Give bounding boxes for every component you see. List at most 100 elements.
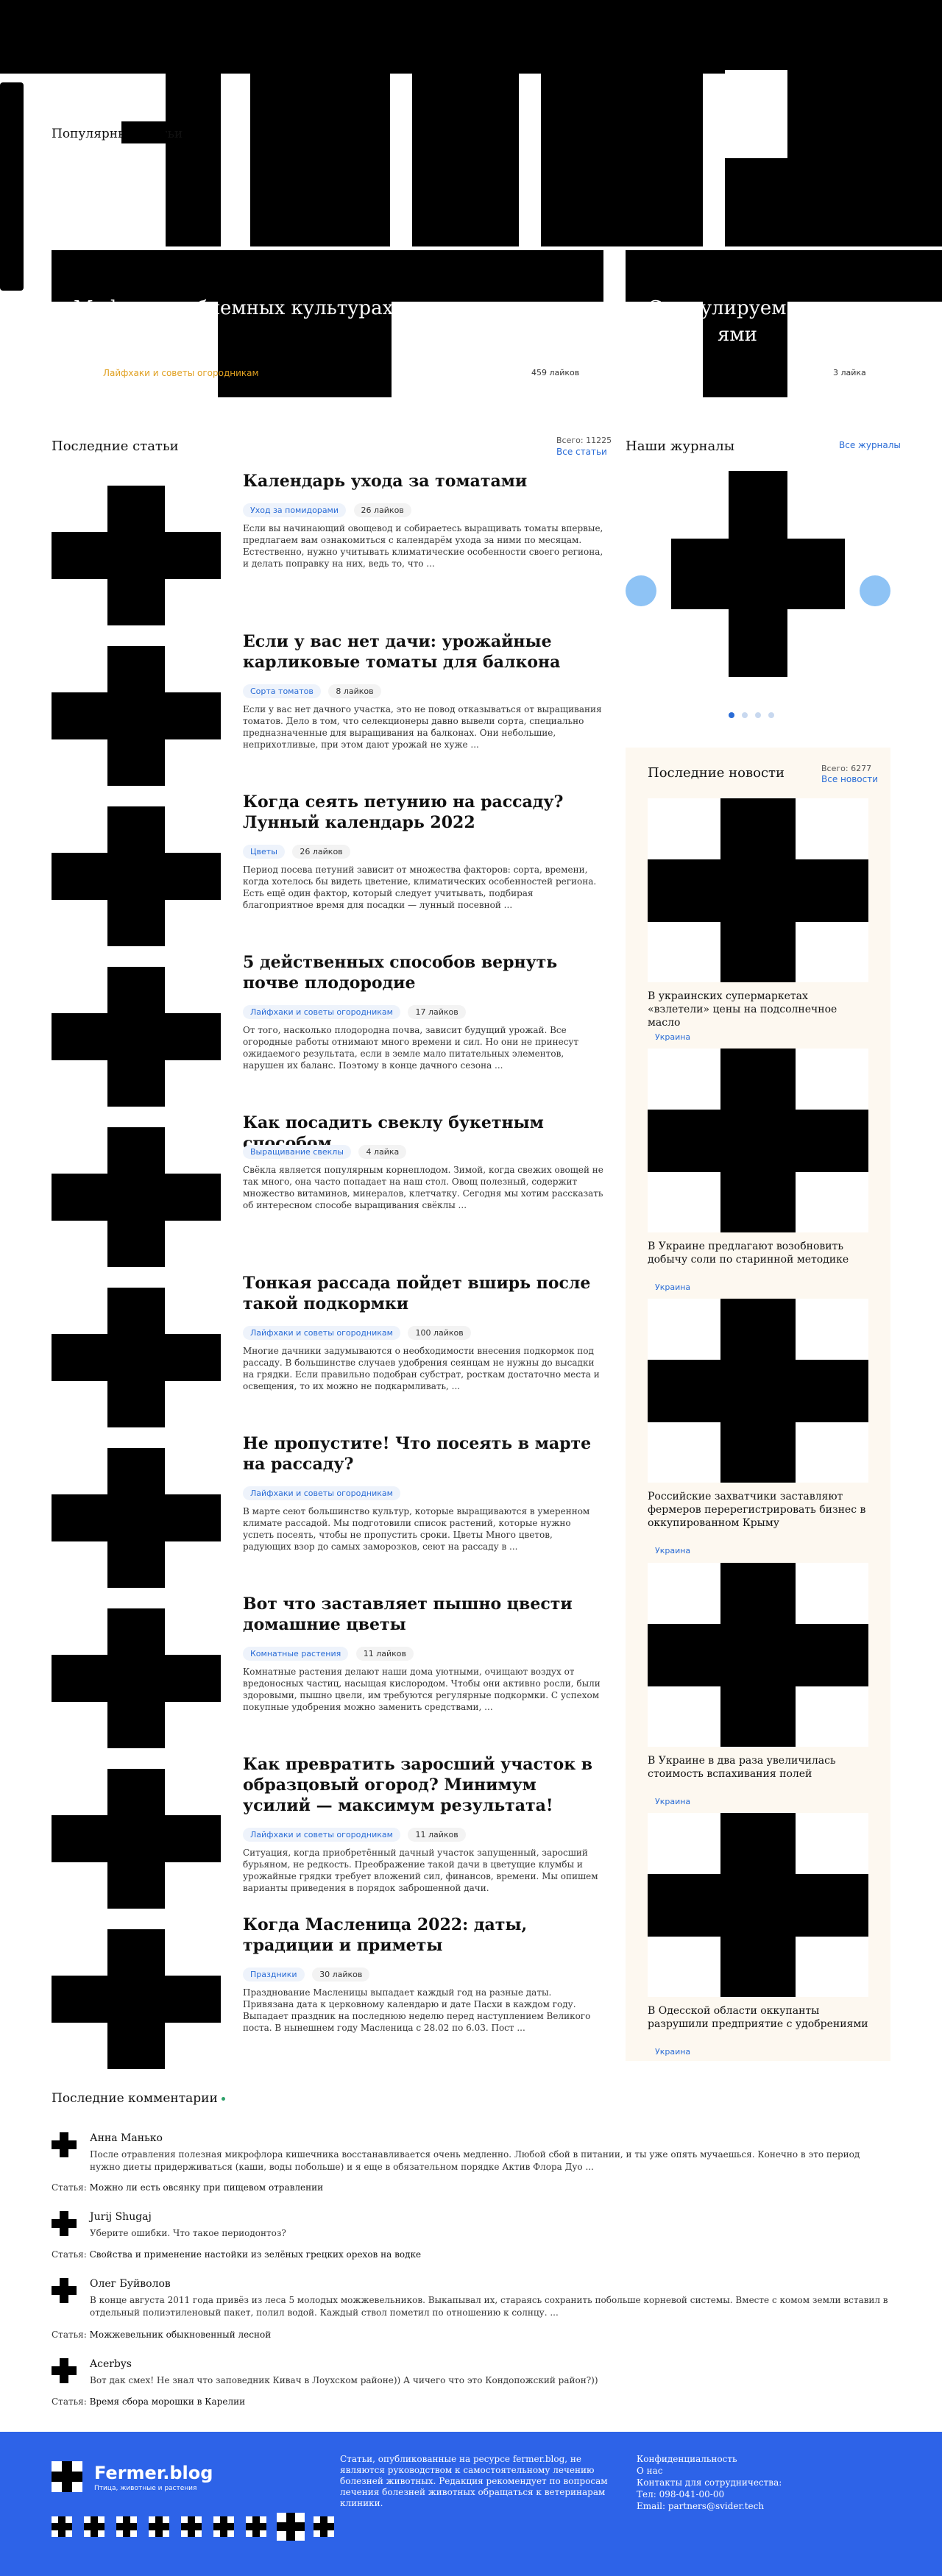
carousel-dot[interactable]	[729, 712, 734, 718]
news-title-text[interactable]: В Украине в два раза увеличилась стоимос…	[648, 1754, 868, 1781]
comment-author[interactable]: Анна Манько	[90, 2132, 163, 2144]
footer-link-contacts[interactable]: Контакты для сотрудничества:	[637, 2477, 782, 2488]
article-category[interactable]: Лайфхаки и советы огородникам	[243, 1828, 400, 1842]
article-category[interactable]: Лайфхаки и советы огородникам	[243, 1326, 400, 1340]
news-tag[interactable]: Украина	[655, 1032, 690, 1042]
latest-all-link[interactable]: Все статьи	[556, 447, 607, 457]
comment-article-link[interactable]: Свойства и применение настойки из зелёны…	[90, 2249, 421, 2260]
comment-article-link[interactable]: Время сбора морошки в Карелии	[90, 2396, 246, 2407]
journals-all-link[interactable]: Все журналы	[839, 440, 901, 450]
news-tag[interactable]: Украина	[655, 2047, 690, 2057]
article-card[interactable]: Как превратить заросший участок в образц…	[52, 1754, 603, 1909]
social-icon[interactable]	[116, 2516, 137, 2537]
article-title[interactable]: Когда Масленица 2022: даты, традиции и п…	[243, 1915, 603, 1956]
popular-card-1-category[interactable]: Лайфхаки и советы огородникам	[103, 368, 259, 378]
social-icon[interactable]	[314, 2516, 334, 2537]
article-category[interactable]: Уход за помидорами	[243, 503, 347, 517]
article-category[interactable]: Выращивание свеклы	[243, 1145, 351, 1159]
social-icon[interactable]	[84, 2516, 105, 2537]
article-image[interactable]	[52, 1448, 221, 1588]
comments-title: Последние комментарии	[52, 2091, 226, 2106]
article-card[interactable]: Не пропустите! Что посеять в марте на ра…	[52, 1433, 603, 1588]
logo-text[interactable]: Fermer.blog	[94, 2463, 213, 2483]
social-icon[interactable]	[277, 2513, 305, 2541]
avatar	[52, 2358, 77, 2383]
article-card[interactable]: Как посадить свеклу букетным способом Вы…	[52, 1113, 603, 1267]
article-category[interactable]: Сорта томатов	[243, 684, 321, 698]
news-title-text[interactable]: В Украине предлагают возобновить добычу …	[648, 1240, 868, 1266]
carousel-dot[interactable]	[742, 712, 748, 718]
social-icon[interactable]	[213, 2516, 234, 2537]
article-category[interactable]: Цветы	[243, 845, 285, 859]
comment-author[interactable]: Олег Буйволов	[90, 2278, 171, 2290]
article-image[interactable]	[52, 1769, 221, 1909]
footer-email[interactable]: Email: partners@svider.tech	[637, 2501, 764, 2511]
article-image[interactable]	[52, 1608, 221, 1748]
news-title: Последние новости	[648, 765, 785, 781]
popular-card-1[interactable]	[52, 250, 603, 302]
article-card[interactable]: Когда Масленица 2022: даты, традиции и п…	[52, 1915, 603, 2069]
comment-author[interactable]: Acerbys	[90, 2358, 132, 2370]
social-icon[interactable]	[149, 2516, 169, 2537]
popular-card-2[interactable]	[626, 250, 942, 302]
article-category[interactable]: Комнатные растения	[243, 1647, 349, 1661]
article-title[interactable]: Тонкая рассада пойдет вширь после такой …	[243, 1273, 603, 1314]
article-image[interactable]	[52, 486, 221, 625]
social-icon[interactable]	[246, 2516, 266, 2537]
article-card[interactable]: 5 действенных способов вернуть почве пло…	[52, 952, 603, 1107]
journal-image[interactable]	[671, 471, 845, 677]
news-image[interactable]	[648, 798, 868, 982]
news-image[interactable]	[648, 1299, 868, 1483]
article-category[interactable]: Лайфхаки и советы огородникам	[243, 1005, 400, 1019]
comment-article-link[interactable]: Можжевельник обыкновенный лесной	[90, 2330, 272, 2340]
article-title[interactable]: Вот что заставляет пышно цвести домашние…	[243, 1594, 603, 1635]
article-card[interactable]: Тонкая рассада пойдет вширь после такой …	[52, 1273, 603, 1427]
footer-phone[interactable]: Тел: 098-041-00-00	[637, 2489, 724, 2499]
article-image[interactable]	[52, 806, 221, 946]
news-all-link[interactable]: Все новости	[821, 774, 878, 784]
carousel-dot[interactable]	[768, 712, 774, 718]
news-tag[interactable]: Украина	[655, 1282, 690, 1292]
article-image[interactable]	[52, 967, 221, 1107]
news-image[interactable]	[648, 1049, 868, 1232]
article-title[interactable]: Не пропустите! Что посеять в марте на ра…	[243, 1433, 603, 1475]
article-card[interactable]: Календарь ухода за томатами Уход за поми…	[52, 471, 603, 625]
carousel-next-button[interactable]	[860, 575, 890, 606]
comment-author[interactable]: Jurij Shugaj	[90, 2211, 152, 2223]
news-title-text[interactable]: В украинских супермаркетах «взлетели» це…	[648, 990, 868, 1029]
social-icon[interactable]	[181, 2516, 202, 2537]
article-category[interactable]: Праздники	[243, 1968, 305, 1981]
footer-link-about[interactable]: О нас	[637, 2466, 663, 2476]
carousel-dot[interactable]	[755, 712, 761, 718]
carousel-prev-button[interactable]	[626, 575, 656, 606]
social-icon[interactable]	[52, 2516, 72, 2537]
article-title[interactable]: Если у вас нет дачи: урожайные карликовы…	[243, 631, 603, 673]
article-title[interactable]: Календарь ухода за томатами	[243, 471, 603, 492]
news-title-text[interactable]: В Одесской области оккупанты разрушили п…	[648, 2004, 868, 2031]
article-image[interactable]	[52, 1929, 221, 2069]
article-image[interactable]	[52, 1288, 221, 1427]
news-image[interactable]	[648, 1563, 868, 1747]
article-card[interactable]: Если у вас нет дачи: урожайные карликовы…	[52, 631, 603, 786]
popular-card-2-title[interactable]: Стимулируем с	[648, 296, 803, 321]
article-title[interactable]: Как превратить заросший участок в образц…	[243, 1754, 603, 1816]
article-card[interactable]: Когда сеять петунию на рассаду? Лунный к…	[52, 792, 603, 946]
popular-card-1-title[interactable]: Мифы о проблемных культурах, которые дав…	[74, 296, 581, 346]
footer-link-privacy[interactable]: Конфиденциальность	[637, 2454, 737, 2464]
news-image[interactable]	[648, 1813, 868, 1997]
article-category[interactable]: Лайфхаки и советы огородникам	[243, 1486, 400, 1500]
article-image[interactable]	[52, 1127, 221, 1267]
news-tag[interactable]: Украина	[655, 1546, 690, 1555]
comment-article-link[interactable]: Можно ли есть овсянку при пищевом отравл…	[90, 2182, 324, 2193]
article-likes: 26 лайков	[353, 503, 411, 517]
article-card[interactable]: Вот что заставляет пышно цвести домашние…	[52, 1594, 603, 1748]
article-title[interactable]: Когда сеять петунию на рассаду? Лунный к…	[243, 792, 603, 833]
logo-icon[interactable]	[52, 2461, 82, 2492]
news-title-text[interactable]: Российские захватчики заставляют фермеро…	[648, 1490, 868, 1530]
comment-item: Олег Буйволов В конце августа 2011 года …	[52, 2278, 890, 2340]
journals-title: Наши журналы	[626, 439, 735, 454]
article-likes: 11 лайков	[355, 1647, 414, 1661]
article-title[interactable]: 5 действенных способов вернуть почве пло…	[243, 952, 603, 993]
article-image[interactable]	[52, 646, 221, 786]
news-tag[interactable]: Украина	[655, 1797, 690, 1806]
